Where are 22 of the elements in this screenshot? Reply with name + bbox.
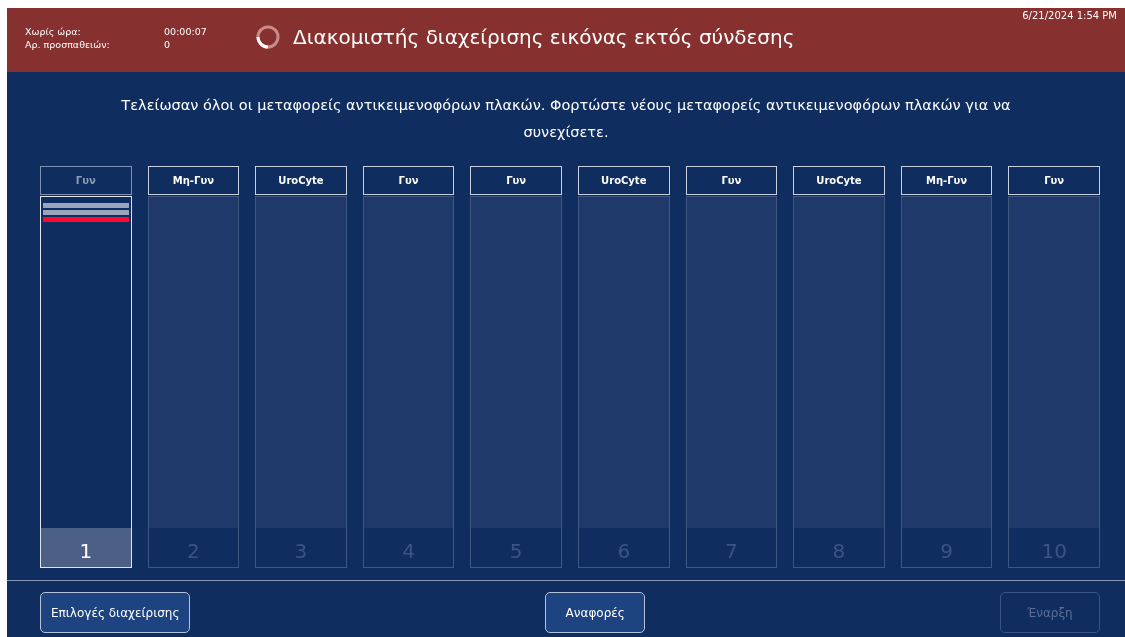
carrier-label: Γυν (685, 166, 778, 195)
carrier-number: 1 (41, 528, 131, 567)
date-time: 6/21/2024 1:54 PM (1022, 10, 1117, 21)
carrier-label: Μη-Γυν (900, 166, 993, 195)
attempts-value: 0 (164, 39, 172, 50)
carrier-label: Γυν (40, 166, 132, 195)
carrier-label: UroCyte (255, 166, 347, 195)
carrier-label: Γυν (1008, 166, 1100, 195)
window-title: Διακομιστής διαχείρισης εικόνας εκτός σύνδεσης (293, 25, 795, 49)
status-message: Τελείωσαν όλοι οι μεταφορείς αντικειμενοφόρων πλακών. Φορτώστε νέους μεταφορείς αντικειμενοφόρων πλακών για να συνεχίσετε. (120, 96, 1012, 142)
action-button[interactable]: Αναφορές (545, 592, 646, 633)
carrier-slot[interactable]: 1 (40, 196, 132, 568)
attempts-label: Αρ. προσπαθειών: (25, 39, 111, 50)
carrier-label: UroCyte (577, 166, 670, 195)
carrier-label: UroCyte (793, 166, 885, 195)
timer-value: 00:00:07 (164, 26, 208, 37)
timer-label: Χωρίς ώρα: (25, 26, 82, 37)
loading-spinner-icon (255, 24, 281, 50)
carrier-label: Μη-Γυν (147, 166, 240, 195)
carrier-label: Γυν (362, 166, 455, 195)
action-button[interactable]: Επιλογές διαχείρισης (40, 592, 191, 633)
carrier-label: Γυν (470, 166, 562, 195)
